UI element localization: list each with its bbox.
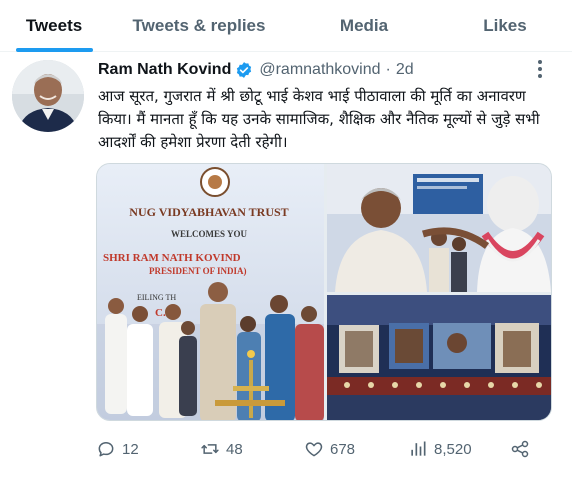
active-tab-indicator [16, 48, 93, 52]
views-icon [411, 441, 426, 456]
retweet-icon [201, 444, 219, 454]
author-name[interactable]: Ram Nath Kovind [98, 61, 231, 79]
share-icon [511, 440, 529, 458]
tweet-text: आज सूरत, गुजरात में श्री छोटू भाई केशव भ… [98, 87, 540, 151]
retweet-count: 48 [226, 440, 243, 458]
tweet-media-grid: NUG VIDYABHAVAN TRUST WELCOMES YOU SHRI … [96, 163, 552, 421]
banner-line-3: SHRI RAM NATH KOVIND [103, 252, 241, 264]
like-count: 678 [330, 440, 356, 458]
banner-line-2: WELCOMES YOU [171, 229, 247, 239]
reply-button[interactable]: 12 [96, 432, 139, 466]
banner-line-4: PRESIDENT OF INDIA) [149, 266, 247, 276]
tab-media[interactable]: Media [290, 0, 438, 52]
tweet-header: Ram Nath Kovind @ramnathkovind · 2d [98, 57, 414, 83]
tab-likes[interactable]: Likes [438, 0, 572, 52]
media-image-statue-garland[interactable] [327, 164, 551, 292]
views-button[interactable]: 8,520 [408, 432, 472, 466]
tab-likes-label: Likes [483, 16, 527, 35]
tab-tweets[interactable]: Tweets [0, 0, 108, 52]
reply-icon [98, 442, 114, 457]
reply-count: 12 [122, 440, 139, 458]
like-button[interactable]: 678 [304, 432, 355, 466]
tab-tweets-label: Tweets [25, 16, 83, 35]
media-image-lamp-lighting[interactable]: NUG VIDYABHAVAN TRUST WELCOMES YOU SHRI … [97, 164, 324, 420]
tab-tweets-and-replies-label: Tweets & replies [132, 16, 266, 35]
media-image-stage-wide[interactable] [327, 295, 551, 420]
author-handle[interactable]: @ramnathkovind [259, 61, 380, 79]
tab-tweets-and-replies[interactable]: Tweets & replies [108, 0, 290, 52]
share-button[interactable] [510, 432, 536, 466]
tweet-actions: 12 48 678 8,520 [96, 432, 552, 466]
separator-dot: · [385, 61, 391, 78]
avatar[interactable] [12, 60, 84, 132]
retweet-button[interactable]: 48 [200, 432, 243, 466]
tab-media-label: Media [339, 16, 389, 35]
more-icon[interactable] [528, 56, 552, 82]
tweet-timestamp[interactable]: 2d [396, 61, 414, 79]
verified-badge-icon [235, 61, 253, 79]
banner-line-1: NUG VIDYABHAVAN TRUST [129, 205, 288, 219]
banner-line-5: EILING TH [137, 293, 176, 302]
profile-tabs: Tweets Tweets & replies Media Likes [0, 0, 572, 52]
views-count: 8,520 [434, 440, 472, 458]
like-icon [305, 442, 323, 457]
